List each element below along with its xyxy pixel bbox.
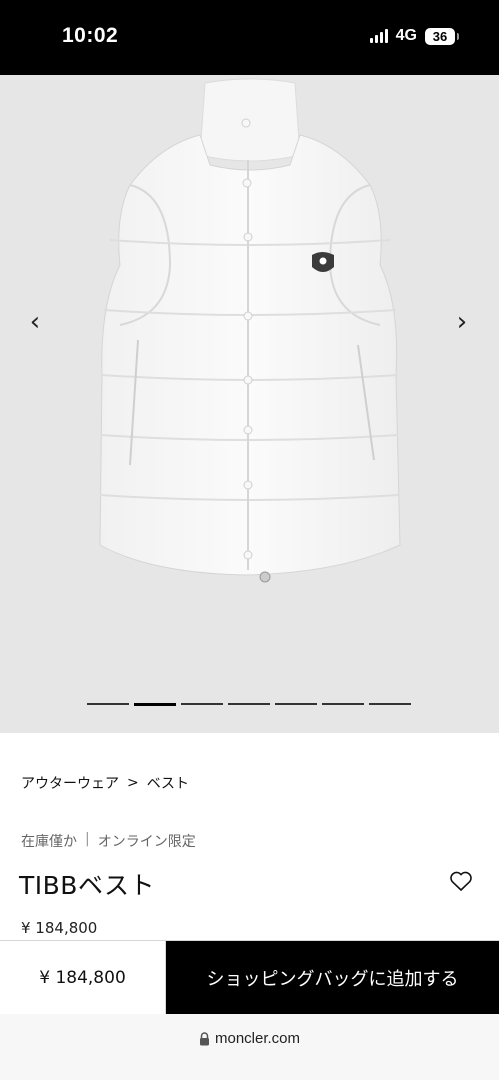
status-bar: 10:02 4G 36: [0, 0, 499, 75]
gallery-pager: [87, 702, 411, 706]
lock-icon: [199, 1032, 209, 1046]
channel-label: オンライン限定: [97, 834, 196, 850]
availability-line: 在庫僅か | オンライン限定: [21, 831, 196, 851]
sticky-purchase-bar: ¥ 184,800 ショッピングバッグに追加する: [0, 940, 499, 1015]
pager-indicator[interactable]: [322, 703, 364, 705]
url-text[interactable]: moncler.com: [215, 1030, 300, 1047]
status-indicators: 4G 36: [369, 27, 459, 45]
product-title: TIBBベスト: [19, 871, 155, 900]
brand-logo-patch: [312, 252, 334, 272]
heart-icon[interactable]: [449, 870, 473, 892]
pager-indicator-active[interactable]: [134, 702, 176, 706]
availability-divider: |: [85, 831, 90, 847]
stock-status: 在庫僅か: [21, 834, 77, 850]
breadcrumb-category[interactable]: アウターウェア: [21, 773, 119, 793]
network-label: 4G: [395, 27, 417, 44]
signal-icon: [369, 29, 388, 43]
add-to-bag-button[interactable]: ショッピングバッグに追加する: [166, 941, 499, 1015]
chevron-right-icon[interactable]: ›: [447, 307, 477, 337]
breadcrumb-subcategory[interactable]: ベスト: [147, 773, 189, 793]
chevron-left-icon[interactable]: ‹: [20, 307, 50, 337]
pager-indicator[interactable]: [87, 703, 129, 705]
status-time: 10:02: [62, 24, 119, 47]
chevron-right-icon: >: [127, 775, 139, 791]
breadcrumb: アウターウェア > ベスト: [21, 773, 189, 793]
pager-indicator[interactable]: [369, 703, 411, 705]
pager-indicator[interactable]: [181, 703, 223, 705]
product-gallery[interactable]: ‹ ›: [0, 75, 499, 733]
pager-indicator[interactable]: [228, 703, 270, 705]
pager-indicator[interactable]: [275, 703, 317, 705]
sticky-price: ¥ 184,800: [0, 941, 166, 1015]
product-image: [99, 78, 401, 583]
product-price: ¥ 184,800: [21, 919, 98, 937]
browser-url-bar[interactable]: moncler.com: [0, 1014, 499, 1080]
battery-icon: 36: [425, 27, 459, 45]
